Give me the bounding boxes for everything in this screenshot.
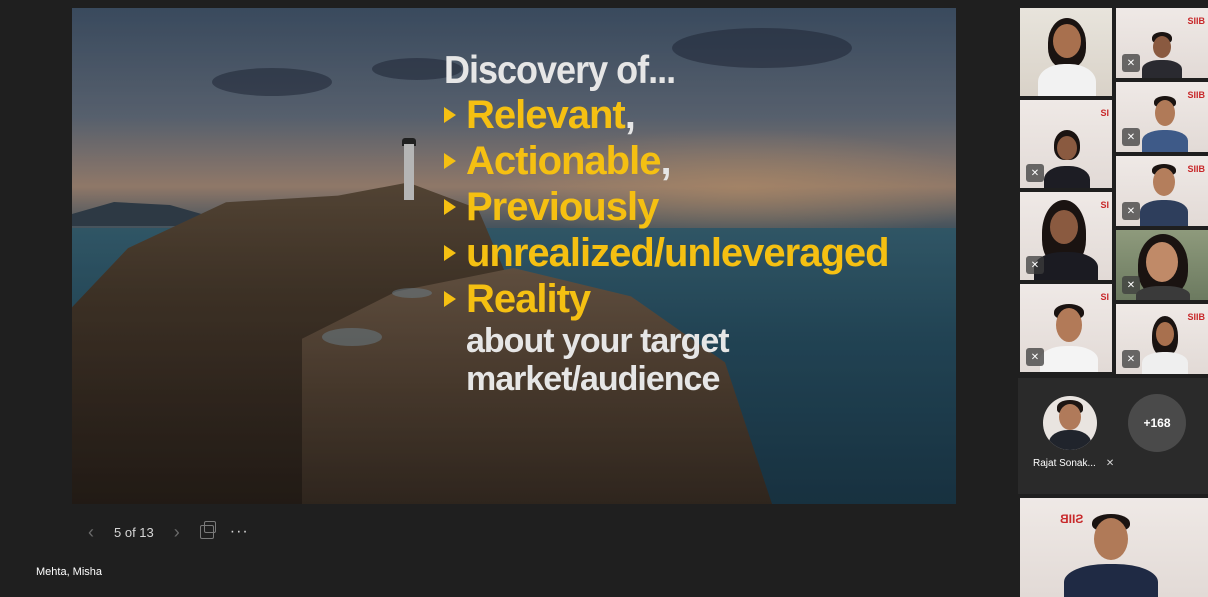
chevron-right-icon[interactable]: › <box>170 522 184 543</box>
participant-body <box>1142 130 1188 152</box>
meeting-window: Discovery of... Relevant, Actionable, Pr… <box>0 0 1208 597</box>
participant-body <box>1140 200 1188 226</box>
participant-tile[interactable]: SI ✕ <box>1020 192 1112 280</box>
participant-face <box>1094 518 1128 560</box>
siib-logo: SIIB <box>1187 312 1205 322</box>
participant-tile[interactable]: ✕ <box>1116 230 1208 300</box>
bullet-triangle-icon <box>444 107 456 123</box>
participant-face <box>1156 322 1174 346</box>
bullet-suffix: , <box>624 93 636 137</box>
siib-logo: SIIB <box>1060 512 1084 526</box>
chevron-left-icon[interactable]: ‹ <box>84 522 98 543</box>
slide-bullet: Actionable, <box>444 138 889 184</box>
participant-body <box>1044 166 1090 188</box>
bullet-text: Actionable <box>466 139 661 183</box>
bullet-triangle-icon <box>444 291 456 307</box>
bullet-triangle-icon <box>444 245 456 261</box>
mic-off-icon: ✕ <box>1026 164 1044 182</box>
slide-controls: ‹ 5 of 13 › ··· <box>84 518 249 546</box>
participant-tile[interactable]: SIIB ✕ <box>1116 8 1208 78</box>
siib-logo: SI <box>1100 200 1109 210</box>
siib-logo: SIIB <box>1187 164 1205 174</box>
participant-face <box>1056 308 1082 342</box>
slide-bullet: unrealized/unleveraged <box>444 230 890 276</box>
participant-face <box>1146 242 1178 282</box>
participant-body <box>1136 286 1190 300</box>
slide-bullet: Relevant, <box>444 92 889 138</box>
participant-body <box>1049 430 1091 450</box>
slide-tail-line: about your target <box>466 322 730 360</box>
presenter-name: Mehta, Misha <box>36 566 103 578</box>
self-view-tile[interactable]: SIIB <box>1020 498 1208 597</box>
more-participants-button[interactable]: +168 <box>1128 394 1186 452</box>
more-options-button[interactable]: ··· <box>230 523 249 541</box>
participant-tile[interactable] <box>1020 8 1112 96</box>
participant-tile[interactable]: SIIB ✕ <box>1116 156 1208 226</box>
mic-off-icon: ✕ <box>1122 202 1140 220</box>
slides-overview-icon[interactable] <box>199 521 216 539</box>
slide-bullet: Reality <box>444 276 889 322</box>
mic-off-icon: ✕ <box>1026 348 1044 366</box>
participant-tile[interactable]: SIIB ✕ <box>1116 82 1208 152</box>
slide-bullet: Previously <box>444 184 889 230</box>
siib-logo: SIIB <box>1187 16 1205 26</box>
bullet-text: Relevant <box>466 93 626 137</box>
bullet-suffix: , <box>660 139 671 183</box>
participant-body <box>1040 346 1098 372</box>
slide-tail-line: market/audience <box>466 360 720 398</box>
participant-name: Rajat Sonak... <box>1033 458 1096 469</box>
bullet-triangle-icon <box>444 199 456 215</box>
siib-logo: SI <box>1100 292 1109 302</box>
participant-tile[interactable]: SI ✕ <box>1020 284 1112 372</box>
participant-face <box>1153 36 1171 58</box>
participant-face <box>1059 404 1081 430</box>
mic-off-icon: ✕ <box>1026 256 1044 274</box>
participant-face <box>1050 210 1078 244</box>
shared-slide: Discovery of... Relevant, Actionable, Pr… <box>72 8 956 504</box>
slide-heading: Discovery of... <box>444 47 676 92</box>
mic-off-icon: ✕ <box>1122 350 1140 368</box>
slide-text-block: Discovery of... Relevant, Actionable, Pr… <box>444 47 890 398</box>
slide-page-indicator: 5 of 13 <box>114 524 154 540</box>
participant-face <box>1153 168 1175 196</box>
siib-logo: SIIB <box>1187 90 1205 100</box>
bullet-text: Reality <box>466 277 591 321</box>
participant-face <box>1057 136 1077 160</box>
bullet-triangle-icon <box>444 153 456 169</box>
participant-tile[interactable]: SIIB ✕ <box>1116 304 1208 374</box>
siib-logo: SI <box>1100 108 1109 118</box>
participant-body <box>1064 564 1158 597</box>
bullet-text: Previously <box>466 185 659 229</box>
mic-off-icon: ✕ <box>1105 458 1115 469</box>
participant-body <box>1142 60 1182 78</box>
spotlight-participant-label: Rajat Sonak... ✕ <box>1033 458 1114 469</box>
participant-tile[interactable]: SI ✕ <box>1020 100 1112 188</box>
mic-off-icon: ✕ <box>1122 54 1140 72</box>
mic-off-icon: ✕ <box>1122 276 1140 294</box>
participant-face <box>1053 24 1081 58</box>
avatar[interactable] <box>1043 396 1097 450</box>
participant-body <box>1142 352 1188 374</box>
bullet-text: unrealized/unleveraged <box>466 231 890 275</box>
mic-off-icon: ✕ <box>1122 128 1140 146</box>
participant-face <box>1155 100 1175 126</box>
participant-body <box>1038 64 1096 96</box>
